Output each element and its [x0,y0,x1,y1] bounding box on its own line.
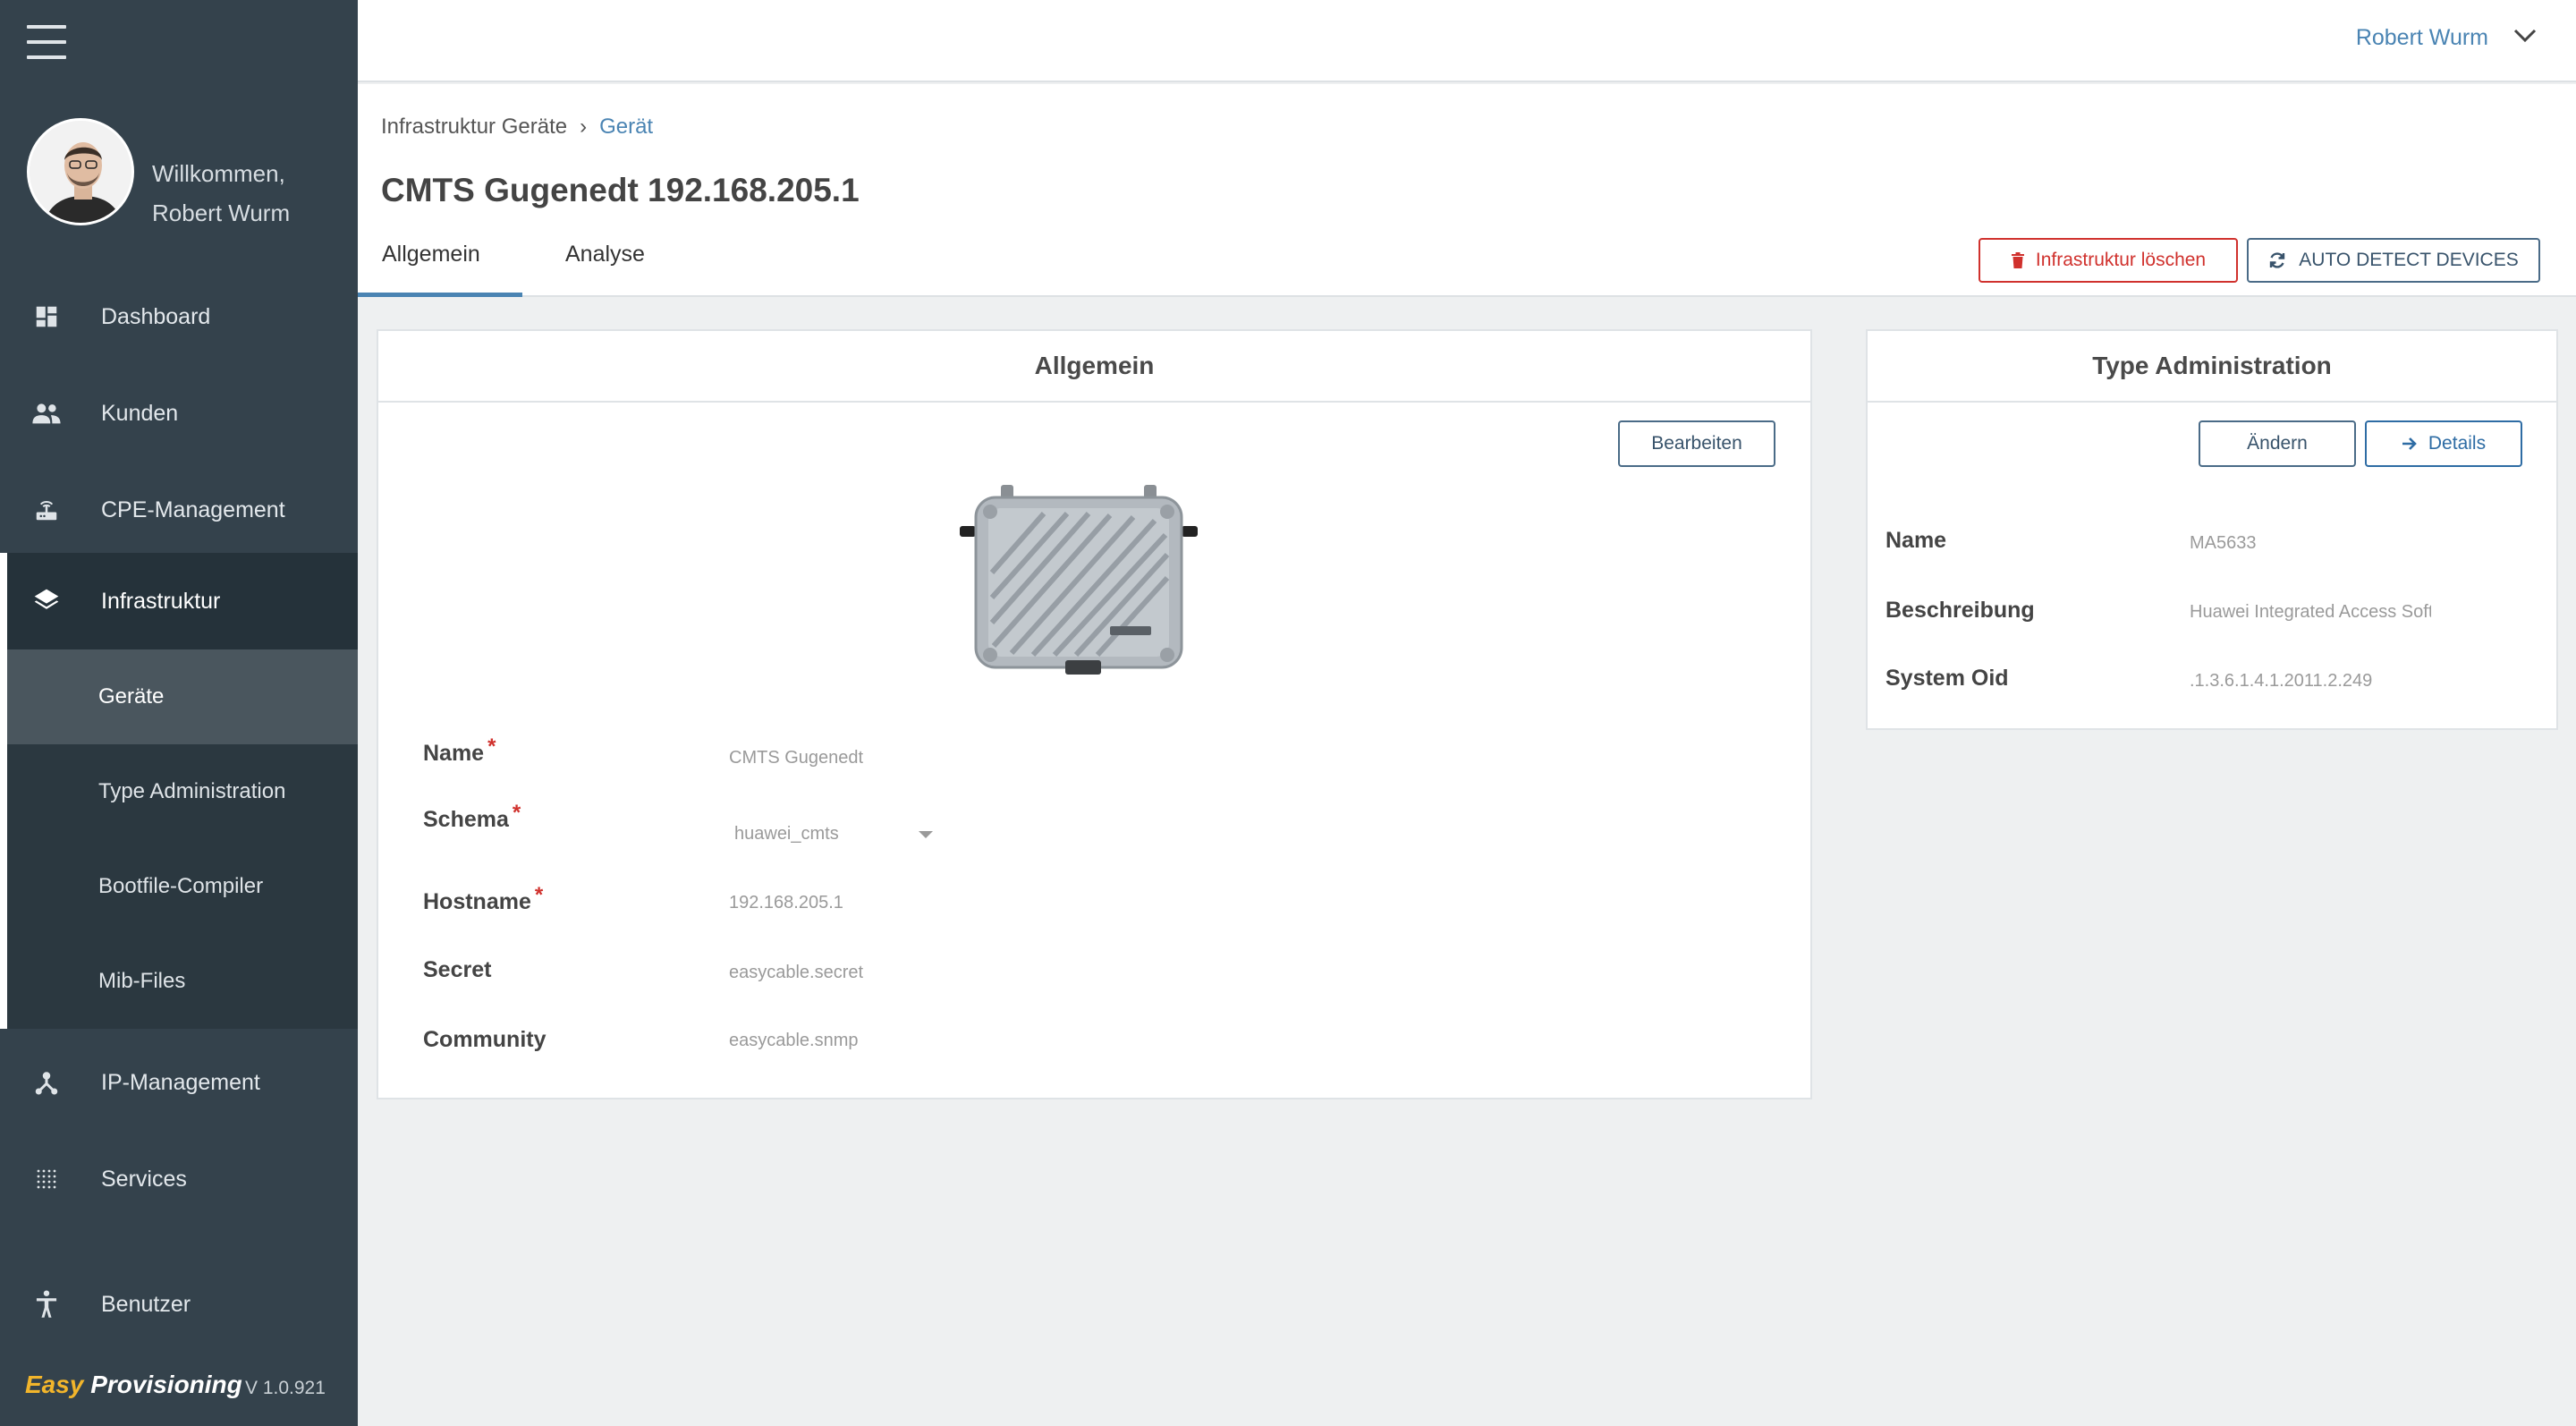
hostname-field-value: 192.168.205.1 [729,893,843,912]
sidebar-item-label: Dashboard [101,303,211,329]
accessibility-icon [30,1288,63,1320]
community-field-value: easycable.snmp [729,1031,859,1050]
sidebar-subitem-mib-files[interactable]: Mib-Files [7,934,358,1029]
tab-label: Allgemein [382,242,480,267]
type-name-value: MA5633 [2190,533,2257,553]
dropdown-caret-icon [917,828,935,845]
top-bar: Robert Wurm [358,0,2576,82]
auto-detect-devices-button[interactable]: AUTO DETECT DEVICES [2247,238,2540,283]
sidebar-subitem-label: Type Administration [98,779,286,803]
user-profile: Willkommen, Robert Wurm [27,118,349,229]
sidebar-item-services[interactable]: Services [0,1131,358,1227]
edit-button-label: Bearbeiten [1651,433,1742,454]
type-administration-card: Type Administration Ändern Details Name … [1866,329,2558,730]
refresh-icon [2268,251,2286,269]
infrastruktur-submenu: Geräte Type Administration Bootfile-Comp… [0,649,358,1029]
schema-select[interactable]: huawei_cmts [729,814,935,853]
people-icon [30,397,63,429]
breadcrumb-parent-link[interactable]: Infrastruktur Geräte [381,115,567,140]
sidebar-subitem-type-administration[interactable]: Type Administration [7,744,358,839]
delete-infrastructure-button[interactable]: Infrastruktur löschen [1979,238,2238,283]
details-label: Details [2428,433,2487,454]
required-asterisk: * [534,883,544,907]
change-type-button[interactable]: Ändern [2199,420,2356,467]
schema-select-value: huawei_cmts [734,823,839,844]
chevron-down-icon [2513,29,2537,47]
hostname-field-label: Hostname * [423,883,543,915]
secret-field-value: easycable.secret [729,963,864,982]
change-type-label: Ändern [2247,433,2308,454]
router-icon [30,494,63,526]
general-card: Allgemein Bearbeiten Name * CMTS Gugened… [377,329,1812,1099]
trash-icon [2011,252,2025,268]
sidebar-item-label: CPE-Management [101,497,285,522]
dashboard-icon [30,301,63,333]
required-asterisk: * [487,734,496,759]
brand-logo-provisioning: Provisioning [90,1371,242,1398]
system-oid-label: System Oid [1885,666,2009,691]
hamburger-menu-icon[interactable] [27,25,66,61]
tab-analyse[interactable]: Analyse [565,242,645,297]
required-asterisk: * [512,801,521,825]
sidebar-item-label: Benutzer [101,1291,191,1317]
delete-infrastructure-label: Infrastruktur löschen [2035,250,2207,270]
layers-icon [30,585,63,617]
sidebar-subitem-geraete[interactable]: Geräte [7,649,358,744]
sidebar-item-kunden[interactable]: Kunden [0,365,358,462]
type-administration-card-title: Type Administration [1868,331,2556,403]
brand-logo: Easy Provisioning [25,1371,242,1399]
edit-button[interactable]: Bearbeiten [1618,420,1775,467]
welcome-greeting: Willkommen, [152,160,285,187]
app-version: V 1.0.921 [245,1378,326,1398]
breadcrumb-separator-icon: › [580,115,588,139]
sidebar: Willkommen, Robert Wurm Dashboard Kunden… [0,0,358,1426]
welcome-user-name: Robert Wurm [152,199,291,226]
user-menu-dropdown[interactable]: Robert Wurm [2356,25,2537,51]
sidebar-subitem-label: Mib-Files [98,969,186,993]
schema-field-label: Schema * [423,801,521,833]
arrow-right-icon [2402,437,2418,451]
user-menu-name: Robert Wurm [2355,25,2488,50]
sidebar-item-label: Kunden [101,400,179,426]
description-label: Beschreibung [1885,598,2035,623]
avatar [27,118,134,225]
schema-field-label-text: Schema [423,807,509,832]
general-card-title: Allgemein [378,331,1810,403]
sidebar-item-infrastruktur[interactable]: Infrastruktur [0,553,358,649]
sidebar-item-label: Services [101,1166,187,1192]
sidebar-subitem-bootfile-compiler[interactable]: Bootfile-Compiler [7,839,358,934]
auto-detect-devices-label: AUTO DETECT DEVICES [2299,250,2519,270]
sidebar-subitem-label: Geräte [98,684,165,709]
page-header: Infrastruktur Geräte › Gerät CMTS Gugene… [358,84,2576,297]
brand-logo-easy: Easy [25,1371,84,1398]
network-icon [30,1066,63,1099]
name-field-label-text: Name [423,741,485,766]
grid-dots-icon [30,1163,63,1195]
breadcrumb-current: Gerät [599,115,654,139]
hostname-field-label-text: Hostname [423,889,531,914]
tab-label: Analyse [565,242,645,267]
welcome-text: Willkommen, Robert Wurm [152,154,290,233]
sidebar-item-cpe-management[interactable]: CPE-Management [0,462,358,558]
sidebar-item-label: Infrastruktur [101,588,221,614]
sidebar-item-dashboard[interactable]: Dashboard [0,268,358,365]
device-image [958,485,1199,678]
description-value: Huawei Integrated Access Softw [2190,602,2431,622]
type-name-label: Name [1885,528,1947,553]
tab-allgemein[interactable]: Allgemein [358,242,522,297]
page-title: CMTS Gugenedt 192.168.205.1 [381,172,860,208]
sidebar-item-ip-management[interactable]: IP-Management [0,1034,358,1131]
breadcrumb: Infrastruktur Geräte › Gerät [381,115,653,140]
name-field-value: CMTS Gugenedt [729,748,864,768]
community-field-label: Community [423,1027,547,1052]
sidebar-item-label: IP-Management [101,1069,260,1095]
system-oid-value: .1.3.6.1.4.1.2011.2.249 [2190,671,2373,691]
name-field-label: Name * [423,734,496,767]
details-button[interactable]: Details [2365,420,2522,467]
secret-field-label: Secret [423,957,492,982]
sidebar-item-benutzer[interactable]: Benutzer [0,1256,358,1353]
sidebar-subitem-label: Bootfile-Compiler [98,874,264,898]
